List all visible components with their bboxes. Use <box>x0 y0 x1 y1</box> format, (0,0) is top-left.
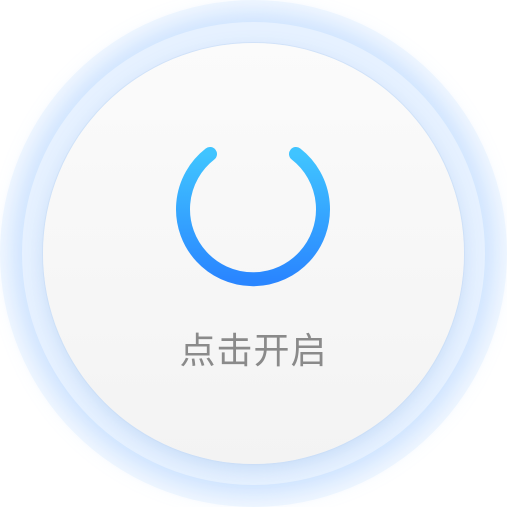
power-icon[interactable] <box>175 133 331 289</box>
power-screen: 点击开启 <box>0 0 507 507</box>
power-button-label[interactable]: 点击开启 <box>0 324 507 380</box>
